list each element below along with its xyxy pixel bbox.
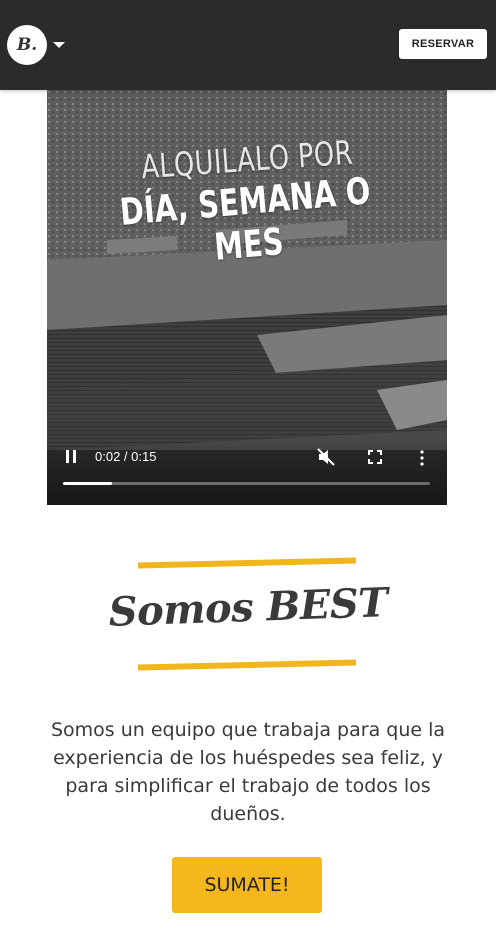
video-controls: 0:02 / 0:15 — [47, 440, 447, 505]
pause-icon[interactable] — [65, 450, 77, 468]
section-description: Somos un equipo que trabaja para que la … — [50, 719, 446, 825]
video-progress-bar[interactable] — [63, 482, 430, 485]
site-header: B. RESERVAR — [0, 0, 496, 90]
video-time: 0:02 / 0:15 — [95, 449, 157, 464]
chevron-down-icon[interactable] — [53, 42, 65, 48]
accent-stripe-bottom — [137, 659, 357, 671]
video-progress-fill — [63, 482, 112, 485]
reserve-button[interactable]: RESERVAR — [399, 29, 487, 59]
fullscreen-icon[interactable] — [368, 450, 382, 469]
promo-video[interactable]: ALQUILALO POR DÍA, SEMANA O MES 0:02 / 0… — [47, 90, 447, 505]
join-button[interactable]: SUMATE! — [172, 857, 322, 913]
more-vert-icon[interactable] — [420, 450, 424, 471]
logo-menu[interactable]: B. — [7, 25, 65, 65]
accent-stripe-top — [137, 557, 357, 569]
mute-icon[interactable] — [317, 448, 335, 471]
section-title: Somos BEST — [107, 579, 389, 636]
brand-logo[interactable]: B. — [7, 25, 47, 65]
